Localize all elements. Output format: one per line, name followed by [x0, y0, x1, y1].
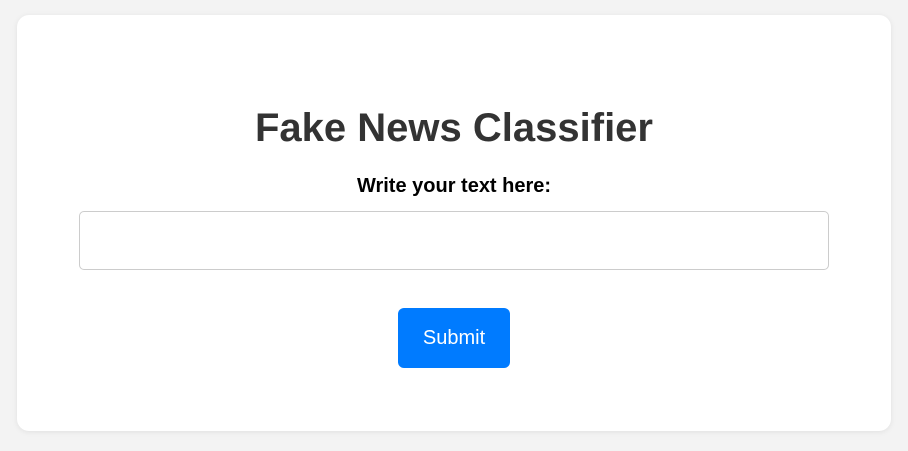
- news-text-input[interactable]: [79, 211, 829, 270]
- submit-button[interactable]: Submit: [398, 308, 510, 368]
- text-input-label: Write your text here:: [356, 175, 552, 197]
- classifier-card: Fake News Classifier Write your text her…: [17, 15, 891, 431]
- page-title: Fake News Classifier: [255, 106, 653, 150]
